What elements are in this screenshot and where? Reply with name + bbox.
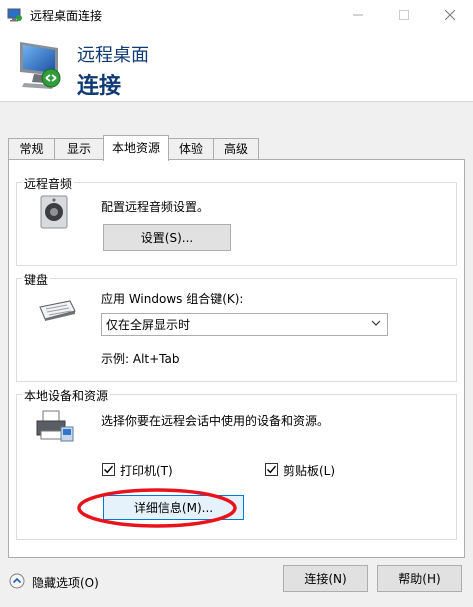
clipboard-label[interactable]: 剪贴板(L) <box>283 462 335 479</box>
tab-local-resources[interactable]: 本地资源 <box>103 135 169 161</box>
local-devices-group-title: 本地设备和资源 <box>22 387 111 404</box>
banner-title-line1: 远程桌面 <box>77 45 149 66</box>
remote-audio-description: 配置远程音频设置。 <box>101 200 210 214</box>
tab-label: 本地资源 <box>111 141 160 155</box>
more-details-button[interactable]: 详细信息(M)... <box>103 495 244 520</box>
tab-label: 常规 <box>19 142 44 156</box>
window-title: 远程桌面连接 <box>30 9 103 23</box>
audio-settings-button-label: 设置(S)... <box>140 231 194 245</box>
banner-title-line2: 连接 <box>77 74 122 99</box>
close-button[interactable] <box>427 0 473 30</box>
local-devices-description: 选择你要在远程会话中使用的设备和资源。 <box>101 414 330 428</box>
maximize-icon <box>399 10 409 20</box>
keyboard-icon <box>39 300 76 321</box>
keyboard-example-text: 示例: Alt+Tab <box>101 352 180 366</box>
connect-button-label: 连接(N) <box>304 572 347 586</box>
tab-advanced[interactable]: 高级 <box>213 138 259 160</box>
tab-label: 体验 <box>178 142 203 156</box>
remote-desktop-monitor-icon <box>20 42 61 89</box>
connect-button[interactable]: 连接(N) <box>283 565 368 592</box>
maximize-button[interactable] <box>381 0 427 30</box>
local-resources-panel: 远程音频 配置远程音频设置。 设置(S)... 键盘 应用 Windows 组合… <box>8 159 465 558</box>
keyboard-combination-label: 应用 Windows 组合键(K): <box>101 292 244 306</box>
more-details-button-label: 详细信息(M)... <box>133 501 214 515</box>
printers-checkbox[interactable] <box>102 463 115 476</box>
tab-label: 高级 <box>223 142 248 156</box>
local-devices-group: 本地设备和资源 选择你要在远程会话中使用的设备和资源。 打印机(T) 剪贴板(L… <box>16 387 457 540</box>
chevron-up-circle-icon <box>9 573 25 589</box>
keyboard-combination-select[interactable]: 仅在全屏显示时 <box>101 313 388 336</box>
title-bar: 远程桌面连接 <box>0 0 473 30</box>
help-button[interactable]: 帮助(H) <box>377 565 462 592</box>
keyboard-group-title: 键盘 <box>22 271 51 288</box>
minimize-icon <box>353 14 363 16</box>
minimize-button[interactable] <box>335 0 381 30</box>
clipboard-checkbox[interactable] <box>265 463 278 476</box>
tab-general[interactable]: 常规 <box>8 138 55 160</box>
hide-options-label: 隐藏选项(O) <box>32 576 99 590</box>
remote-desktop-app-icon <box>7 8 22 22</box>
checkmark-icon <box>104 465 114 474</box>
keyboard-combination-selected: 仅在全屏显示时 <box>106 318 191 332</box>
help-button-label: 帮助(H) <box>398 572 441 586</box>
chevron-down-icon <box>371 320 381 326</box>
tab-label: 显示 <box>66 142 91 156</box>
close-icon <box>445 10 455 20</box>
speaker-icon <box>40 195 68 229</box>
printers-label[interactable]: 打印机(T) <box>120 462 173 479</box>
remote-audio-group-title: 远程音频 <box>22 175 75 192</box>
tab-experience[interactable]: 体验 <box>168 138 214 160</box>
checkmark-icon <box>267 465 277 474</box>
audio-settings-button[interactable]: 设置(S)... <box>103 224 231 251</box>
tab-display[interactable]: 显示 <box>54 138 104 160</box>
header-banner: 远程桌面 连接 <box>0 30 473 102</box>
printer-devices-icon <box>36 410 74 442</box>
keyboard-group: 键盘 应用 Windows 组合键(K): 仅在全屏显示时 示例: Alt+Ta… <box>16 271 457 382</box>
remote-audio-group: 远程音频 配置远程音频设置。 设置(S)... <box>16 175 457 266</box>
